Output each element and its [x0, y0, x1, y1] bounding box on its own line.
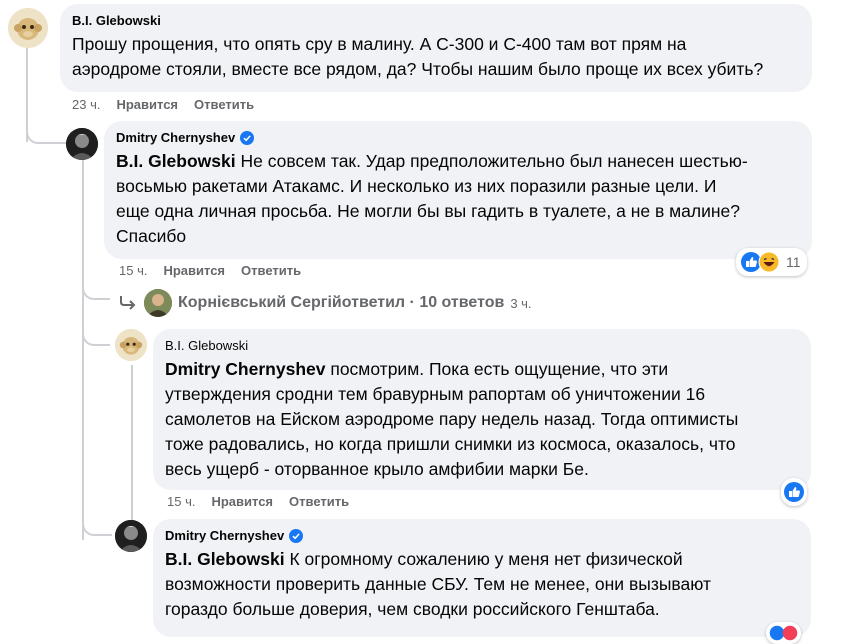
verified-badge-icon — [240, 130, 255, 145]
thread-line-inner — [131, 365, 133, 525]
comment-text: B.I. Glebowski К огромному сожалению у м… — [165, 547, 799, 622]
haha-reaction-icon — [758, 251, 780, 273]
comment-text-line: тоже радовались, но когда пришли снимки … — [165, 434, 736, 454]
replies-count-text: ответил · 10 ответов — [341, 294, 505, 311]
love-reaction-icon — [782, 625, 798, 641]
verified-badge-icon — [289, 528, 304, 543]
comment-author[interactable]: Dmitry Chernyshev — [165, 527, 284, 544]
comment-timestamp[interactable]: 15 ч. — [119, 263, 147, 278]
view-replies-link[interactable]: Корнієвський Сергій ответил · 10 ответов… — [118, 289, 532, 317]
comment-text-line: гораздо больше доверия, чем сводки росси… — [165, 599, 660, 619]
reactions-summary[interactable] — [766, 622, 801, 644]
comment-text: Прошу прощения, что опять сру в малину. … — [72, 32, 800, 82]
like-reaction-icon — [784, 482, 804, 502]
like-button[interactable]: Нравится — [163, 263, 225, 278]
comment-text-line: Прошу прощения, что опять сру в малину. … — [72, 34, 687, 54]
comment-text-line: самолетов на Ейском аэродроме пару недел… — [165, 409, 739, 429]
avatar[interactable] — [8, 8, 48, 48]
comment-text-line: весь ущерб - оторванное крыло амфибии ма… — [165, 459, 589, 479]
comment-text-line: Не совсем так. Удар предположительно был… — [235, 151, 748, 171]
comment-text-line: посмотрим. Пока есть ощущение, что эти — [325, 359, 669, 379]
comment-timestamp[interactable]: 15 ч. — [167, 494, 195, 509]
thread-line-main-curve — [26, 128, 66, 144]
avatar[interactable] — [115, 329, 147, 361]
reply-button[interactable]: Ответить — [289, 494, 349, 509]
avatar-person-icon — [115, 520, 147, 552]
comment-meta: 15 ч. Нравится Ответить — [167, 494, 349, 509]
comment-meta: 23 ч. Нравится Ответить — [72, 97, 254, 112]
comment-text-line: возможности проверить данные СБУ. Тем не… — [165, 574, 712, 594]
reply-arrow-icon — [120, 296, 136, 310]
comment-author[interactable]: Dmitry Chernyshev — [116, 129, 235, 146]
thread-line-nested-curve-2 — [82, 324, 110, 346]
comment-bubble: Dmitry Chernyshev B.I. Glebowski Не совс… — [104, 121, 812, 259]
like-button[interactable]: Нравится — [116, 97, 178, 112]
comment-timestamp[interactable]: 23 ч. — [72, 97, 100, 112]
mention-link[interactable]: Dmitry Chernyshev — [165, 359, 325, 379]
reply-button[interactable]: Ответить — [194, 97, 254, 112]
comment-text-line: К огромному сожалению у меня нет физичес… — [284, 549, 683, 569]
avatar-monkey-icon — [8, 8, 48, 48]
mention-link[interactable]: B.I. Glebowski — [116, 151, 236, 171]
comment-author[interactable]: B.I. Glebowski — [165, 337, 248, 354]
thread-line-left-outer — [82, 510, 112, 536]
thread-line-nested — [82, 160, 84, 540]
reactions-summary[interactable] — [781, 478, 807, 506]
like-button[interactable]: Нравится — [211, 494, 273, 509]
avatar-person-icon — [66, 128, 98, 160]
replies-timestamp: 3 ч. — [510, 295, 532, 311]
replies-author: Корнієвський Сергій — [178, 294, 342, 311]
thread-line-nested-curve-1 — [82, 280, 110, 300]
reply-button[interactable]: Ответить — [241, 263, 301, 278]
comment-text-line: аэродроме стояли, вместе все рядом, да? … — [72, 59, 764, 79]
avatar[interactable] — [66, 128, 98, 160]
comment-author[interactable]: B.I. Glebowski — [72, 12, 161, 29]
comment-text: B.I. Glebowski Не совсем так. Удар предп… — [116, 149, 800, 249]
avatar-monkey-icon — [115, 329, 147, 361]
reaction-count: 11 — [786, 254, 801, 270]
avatar — [144, 289, 172, 317]
reactions-summary[interactable]: 11 — [736, 248, 807, 276]
comment-text-line: восьмью ракетами Атакамс. И несколько из… — [116, 176, 717, 196]
comment-text-line: еще одна личная просьба. Не могли бы вы … — [116, 201, 741, 221]
comment-bubble: B.I. Glebowski Прошу прощения, что опять… — [60, 4, 812, 92]
avatar-person-icon — [144, 289, 172, 317]
comment-meta: 15 ч. Нравится Ответить — [119, 263, 301, 278]
comment-bubble: Dmitry Chernyshev B.I. Glebowski К огром… — [153, 519, 811, 637]
avatar[interactable] — [115, 520, 147, 552]
comment-text-line: утверждения сродни тем бравурным рапорта… — [165, 384, 706, 404]
comment-text-line: Спасибо — [116, 226, 187, 246]
comment-bubble: B.I. Glebowski Dmitry Chernyshev посмотр… — [153, 329, 811, 490]
mention-link[interactable]: B.I. Glebowski — [165, 549, 285, 569]
comment-text: Dmitry Chernyshev посмотрим. Пока есть о… — [165, 357, 799, 482]
